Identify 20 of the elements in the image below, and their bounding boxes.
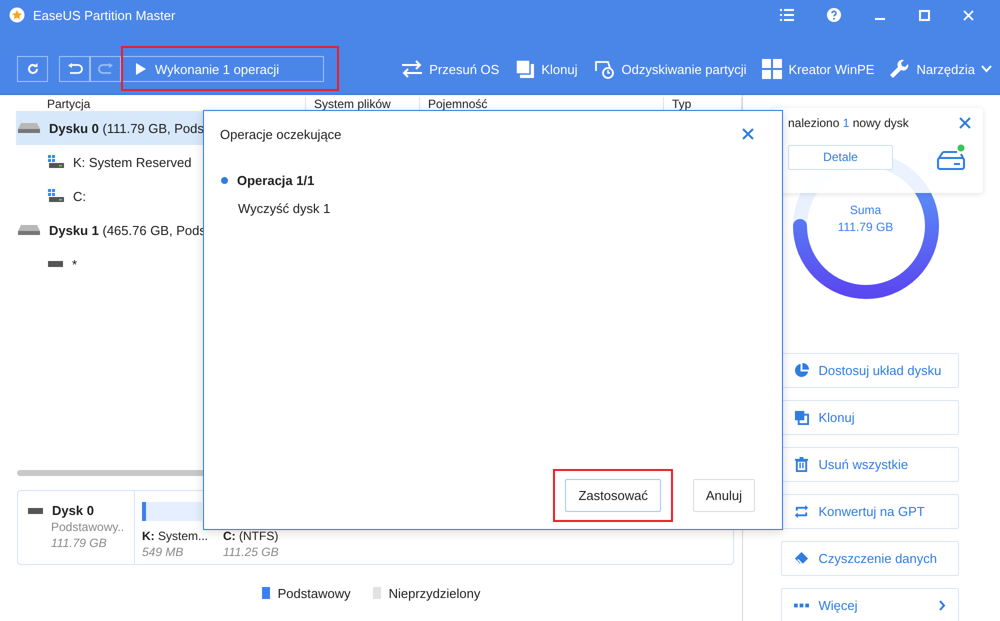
legend-label: Nieprzydzielony [388,586,480,600]
operation-description: Wyczyść dysk 1 [237,201,332,216]
partition-label: K: System... [142,529,208,543]
total-label: Suma [850,203,882,217]
partition-label: C: (NTFS) [223,529,280,543]
total-value: 111.79 GB [838,220,894,234]
window-title: EaseUS Partition Master [33,8,176,22]
disk-name: Dysku 0 (111.79 GB, Pods [49,120,204,136]
partition-name: K: System Reserved [73,154,192,170]
operation-title: Operacja 1/1 [237,173,314,188]
partition-size: 111.25 GB [223,545,280,559]
disk-size: 111.79 GB [50,536,108,550]
dialog-title: Operacje oczekujące [220,126,342,142]
notification-text: naleziono 1 nowy dysk [788,116,909,130]
legend-label: Podstawowy [278,586,351,600]
disk-name: Dysk 0 [52,503,94,518]
disk-type: Podstawowy.. [50,520,126,534]
partition-name: * [72,256,78,272]
partition-size: 549 MB [142,545,184,559]
partition-name: C: [73,188,86,204]
